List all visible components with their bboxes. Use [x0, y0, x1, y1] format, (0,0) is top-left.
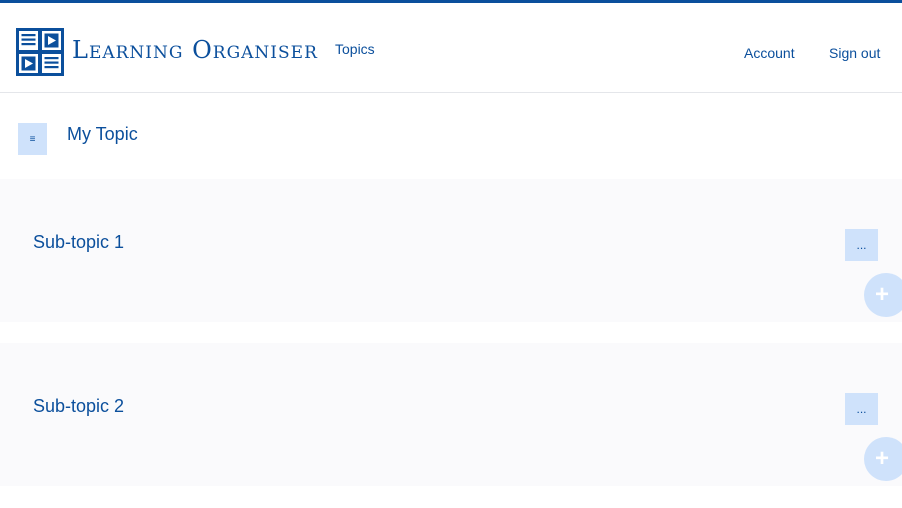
hamburger-menu-icon[interactable]: ≡ — [18, 123, 47, 155]
navbar: Learning Organiser Topics Account Sign o… — [0, 3, 902, 93]
page-title: My Topic — [67, 124, 138, 144]
brand-name[interactable]: Learning Organiser — [72, 36, 318, 64]
add-item-button[interactable]: + — [864, 273, 902, 317]
subtopic-more-button[interactable]: ... — [845, 229, 878, 261]
nav-link-account[interactable]: Account — [744, 45, 795, 61]
subtopic-card-2: Sub-topic 2 ... + — [0, 343, 902, 486]
subtopic-more-button[interactable]: ... — [845, 393, 878, 425]
nav-link-topics[interactable]: Topics — [335, 41, 375, 57]
subtopic-card-1: Sub-topic 1 ... + — [0, 179, 902, 322]
nav-link-sign-out[interactable]: Sign out — [829, 45, 880, 61]
learning-organiser-logo-icon[interactable] — [16, 28, 64, 76]
add-item-button[interactable]: + — [864, 437, 902, 481]
subtopic-title[interactable]: Sub-topic 2 — [33, 396, 124, 417]
subtopic-title[interactable]: Sub-topic 1 — [33, 232, 124, 253]
